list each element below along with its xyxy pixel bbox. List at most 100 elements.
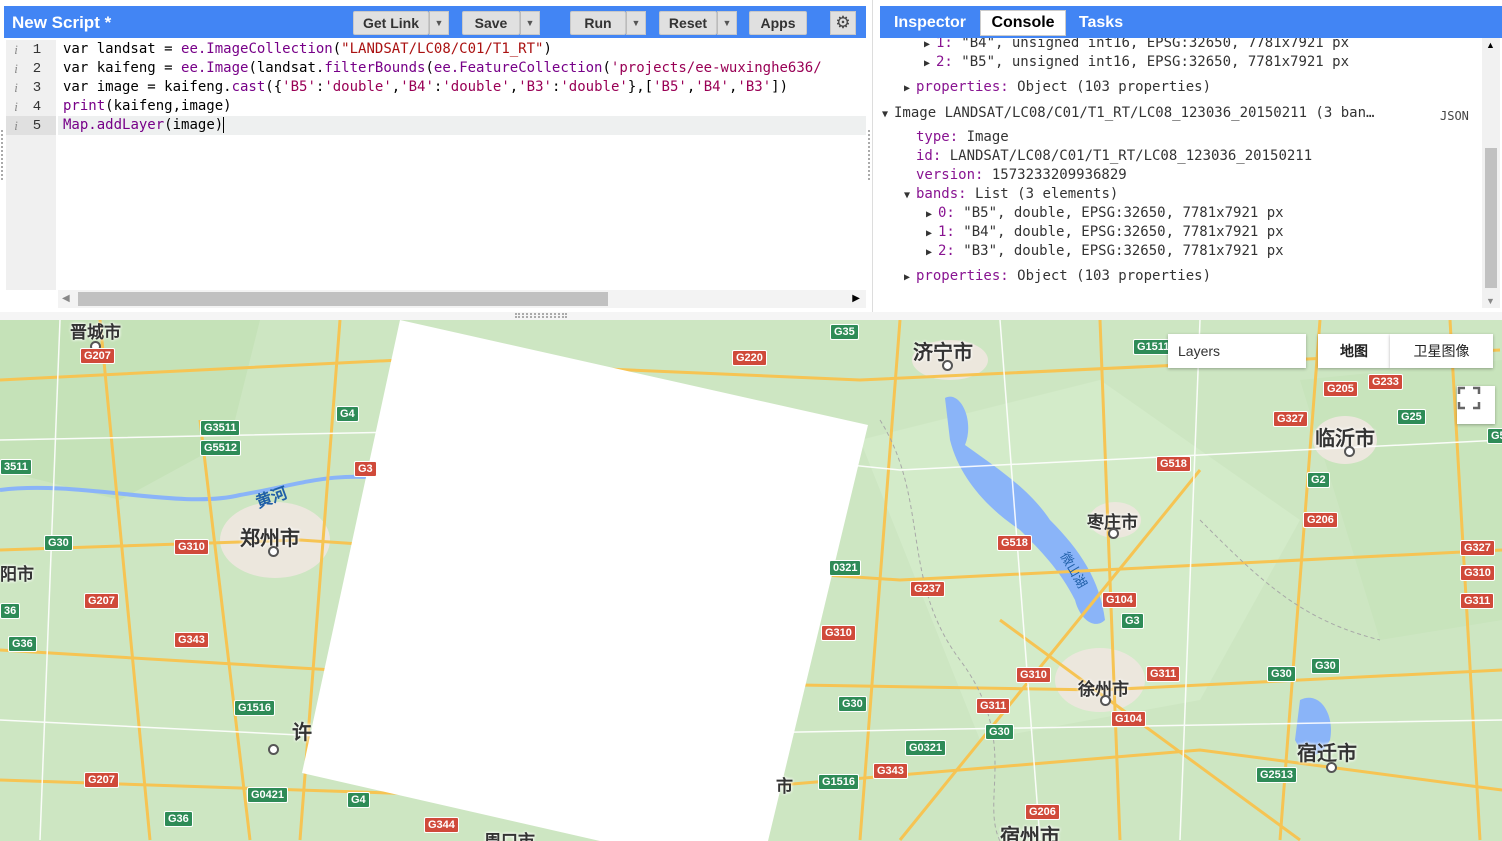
road-shield: G104 <box>1102 592 1137 608</box>
expand-arrow-icon[interactable]: ▶ <box>904 272 916 283</box>
left-resize-grip[interactable] <box>1 130 5 180</box>
map-basemap <box>0 320 1502 841</box>
scroll-right-icon[interactable]: ▶ <box>852 293 860 304</box>
info-icon[interactable]: i <box>6 42 26 58</box>
line-number: 4 <box>32 98 42 115</box>
map-type-roadmap-button[interactable]: 地图 <box>1318 334 1390 368</box>
reset-button[interactable]: Reset <box>659 11 717 35</box>
code-token: },[ <box>627 79 654 95</box>
code-token: 'B4' <box>400 79 434 95</box>
json-link[interactable]: JSON <box>1440 109 1469 123</box>
code-line-2[interactable]: var kaifeng = ee.Image(landsat.filterBou… <box>58 59 866 78</box>
scrollbar-thumb[interactable] <box>1485 148 1497 288</box>
resize-grip[interactable] <box>515 313 567 318</box>
apps-button[interactable]: Apps <box>749 11 807 35</box>
fullscreen-button[interactable] <box>1457 386 1495 424</box>
console-key: bands: <box>916 186 976 202</box>
get-link-dropdown-button[interactable]: ▼ <box>429 11 449 35</box>
expressway-shield: G0321 <box>905 740 947 756</box>
tab-tasks[interactable]: Tasks <box>1070 10 1132 36</box>
expressway-shield: G3 <box>1121 613 1144 629</box>
road-shield: G3 <box>354 461 377 477</box>
scroll-down-icon[interactable]: ▼ <box>1486 296 1495 306</box>
info-icon[interactable]: i <box>6 118 26 134</box>
code-token: 'B5' <box>282 79 316 95</box>
map-canvas[interactable]: 晋城市 郑州市 济宁市 临沂市 枣庄市 徐州市 宿迁市 宿州市 周口市 许 阳市… <box>0 320 1502 841</box>
save-dropdown-button[interactable]: ▼ <box>520 11 540 35</box>
expand-arrow-icon[interactable]: ▶ <box>926 209 938 220</box>
console-line: ▼ bands: List (3 elements) <box>904 186 1118 202</box>
expressway-shield: G36 <box>8 636 37 652</box>
right-panel-tabs: Inspector Console Tasks <box>880 6 1502 38</box>
code-token: (landsat. <box>248 60 325 76</box>
text-cursor <box>223 117 225 133</box>
code-line-4[interactable]: print(kaifeng,image) <box>58 97 866 116</box>
expand-arrow-icon[interactable]: ▶ <box>926 228 938 239</box>
panel-resize-grip[interactable] <box>868 130 874 180</box>
road-shield: G205 <box>1323 381 1358 397</box>
expand-arrow-icon[interactable]: ▶ <box>924 39 936 50</box>
expand-arrow-icon[interactable]: ▶ <box>904 83 916 94</box>
expand-arrow-icon[interactable]: ▶ <box>926 247 938 258</box>
collapse-arrow-icon[interactable]: ▼ <box>904 190 916 201</box>
vertical-scrollbar[interactable]: ▲ ▼ <box>1482 38 1500 308</box>
console-key: 2: <box>936 54 962 70</box>
code-text-area[interactable]: var landsat = ee.ImageCollection("LANDSA… <box>58 40 866 290</box>
city-marker <box>942 360 953 371</box>
tab-inspector[interactable]: Inspector <box>884 10 976 36</box>
console-panel: Inspector Console Tasks ▶ 1: "B4", unsign… <box>876 0 1502 312</box>
console-line: ▶ 0: "B5", double, EPSG:32650, 7781x7921 … <box>926 205 1284 221</box>
expressway-shield: G4 <box>347 792 370 808</box>
scroll-up-icon[interactable]: ▲ <box>1486 40 1495 50</box>
info-icon[interactable]: i <box>6 99 26 115</box>
map-resize-divider[interactable] <box>0 312 1502 320</box>
reset-dropdown-button[interactable]: ▼ <box>717 11 737 35</box>
code-token: var kaifeng = <box>63 60 182 76</box>
code-line-1[interactable]: var landsat = ee.ImageCollection("LANDSA… <box>58 40 866 59</box>
info-icon[interactable]: i <box>6 80 26 96</box>
map-type-satellite-button[interactable]: 卫星图像 <box>1390 334 1493 368</box>
code-token: , <box>509 79 519 95</box>
gutter-row: i5 <box>6 116 56 135</box>
line-number: 5 <box>32 117 42 134</box>
code-token: 'B4' <box>695 79 729 95</box>
script-title[interactable]: New Script * <box>12 13 111 33</box>
city-label-suqian: 宿迁市 <box>1297 743 1357 765</box>
console-line: ▶ properties: Object (103 properties) <box>904 79 1211 95</box>
run-dropdown-button[interactable]: ▼ <box>626 11 646 35</box>
console-value: "B4", double, EPSG:32650, 7781x7921 px <box>963 224 1284 240</box>
run-button[interactable]: Run <box>570 11 626 35</box>
city-marker <box>1108 528 1119 539</box>
console-key: 0: <box>938 205 964 221</box>
line-gutter: i1 i2 i3 i4 i5 <box>6 40 56 290</box>
horizontal-scrollbar[interactable]: ◀ ▶ <box>58 290 866 308</box>
get-link-button[interactable]: Get Link <box>353 11 429 35</box>
city-marker <box>1100 695 1111 706</box>
info-icon[interactable]: i <box>6 61 26 77</box>
scroll-left-icon[interactable]: ◀ <box>62 293 70 304</box>
chevron-down-icon: ▼ <box>434 18 444 28</box>
collapse-arrow-icon[interactable]: ▼ <box>882 109 894 120</box>
save-button[interactable]: Save <box>462 11 520 35</box>
scrollbar-thumb[interactable] <box>78 292 608 306</box>
layers-button[interactable]: Layers <box>1168 334 1306 368</box>
console-value: Image <box>966 129 1009 145</box>
code-token: . <box>88 117 97 133</box>
code-token: ) <box>543 41 552 57</box>
tab-console[interactable]: Console <box>980 10 1066 36</box>
expressway-shield: G30 <box>985 724 1014 740</box>
code-line-5[interactable]: Map.addLayer(image) <box>58 116 866 135</box>
console-key: properties: <box>916 79 1018 95</box>
console-key: version: <box>916 167 992 183</box>
expressway-shield: 0321 <box>829 560 862 576</box>
image-header-line[interactable]: ▼ Image LANDSAT/LC08/C01/T1_RT/LC08_12303… <box>882 105 1374 121</box>
road-shield: G233 <box>1368 374 1403 390</box>
road-shield: G344 <box>424 817 459 833</box>
expressway-shield: G0421 <box>247 787 289 803</box>
city-label-shi: 市 <box>776 777 793 796</box>
code-line-3[interactable]: var image = kaifeng.cast({'B5':'double',… <box>58 78 866 97</box>
settings-button[interactable]: ⚙ <box>830 11 856 35</box>
expand-arrow-icon[interactable]: ▶ <box>924 58 936 69</box>
fullscreen-icon <box>1457 386 1481 410</box>
console-value: "B5", unsigned int16, EPSG:32650, 7781x7… <box>961 54 1350 70</box>
